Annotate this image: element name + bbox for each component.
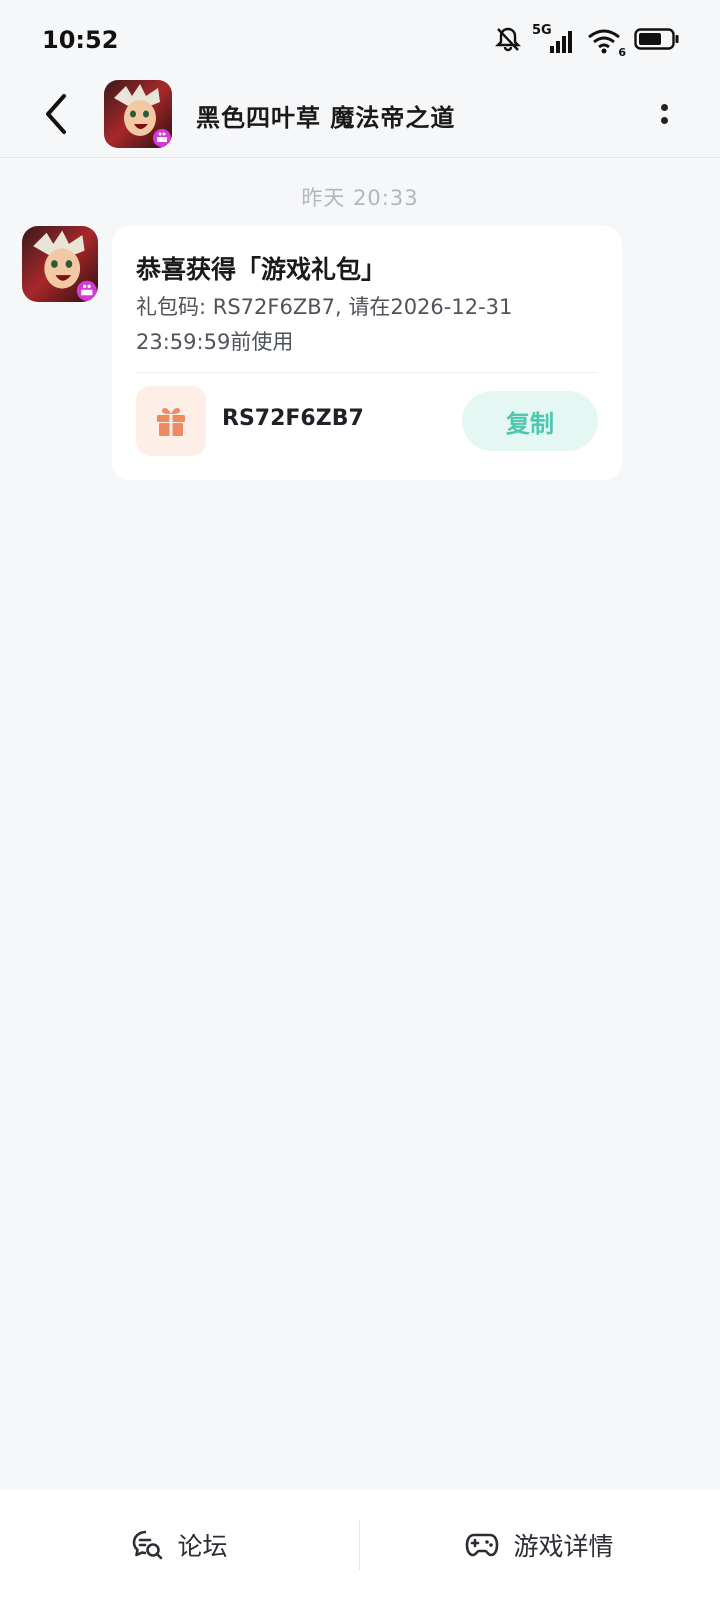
- bottom-bar: 论坛 游戏详情: [0, 1490, 720, 1600]
- back-icon: [46, 94, 66, 134]
- header: 黑色四叶草 魔法帝之道: [0, 80, 720, 158]
- gift-icon-box: [136, 386, 206, 456]
- gamepad-icon: [466, 1533, 499, 1557]
- wifi-badge: 6: [618, 46, 626, 59]
- tab-forum-label: 论坛: [177, 1532, 228, 1561]
- message-title: 恭喜获得「游戏礼包」: [136, 255, 387, 284]
- sender-avatar[interactable]: [22, 226, 98, 302]
- gift-icon: [157, 408, 185, 436]
- more-icon-dot: [660, 104, 668, 111]
- wifi-icon: 6: [586, 27, 626, 59]
- copy-button[interactable]: 复制: [462, 391, 598, 451]
- more-button[interactable]: [652, 94, 676, 134]
- status-time: 10:52: [42, 26, 119, 54]
- gift-message-card: 恭喜获得「游戏礼包」 礼包码: RS72F6ZB7, 请在2026-12-31 …: [112, 226, 622, 480]
- game-avatar[interactable]: [104, 80, 172, 148]
- status-icons: 5G 6: [494, 23, 680, 59]
- message-body: 礼包码: RS72F6ZB7, 请在2026-12-31 23:59:59前使用: [136, 295, 513, 354]
- page-title: 黑色四叶草 魔法帝之道: [196, 104, 456, 132]
- tab-game-detail-label: 游戏详情: [513, 1532, 614, 1561]
- message-timestamp: 昨天 20:33: [301, 186, 419, 210]
- gift-code: RS72F6ZB7: [222, 406, 364, 431]
- bell-muted-icon: [494, 25, 522, 57]
- back-button[interactable]: [34, 90, 78, 138]
- battery-icon: [634, 27, 680, 55]
- signal-icon: 5G: [532, 23, 576, 55]
- forum-icon: [133, 1530, 163, 1560]
- tab-game-detail[interactable]: 游戏详情: [360, 1490, 719, 1600]
- more-icon-dot: [660, 117, 668, 124]
- tab-forum[interactable]: 论坛: [0, 1490, 359, 1600]
- divider: [136, 372, 598, 373]
- status-bar: 10:52 5G 6: [0, 0, 720, 80]
